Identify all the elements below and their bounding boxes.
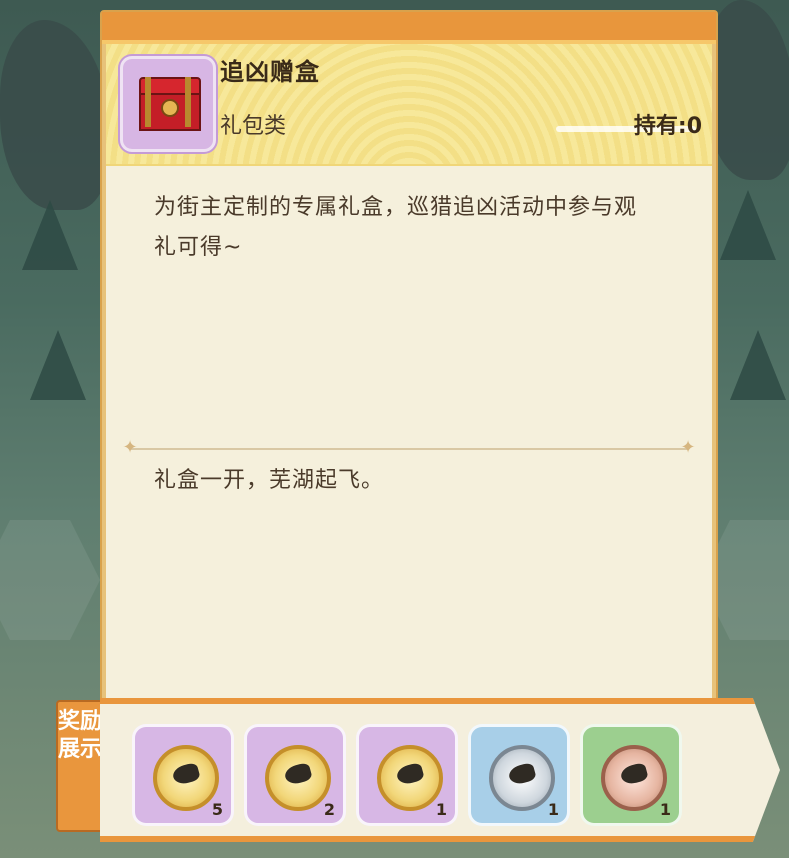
item-flavor-text: 礼盒一开，芜湖起飞。 [154, 468, 385, 493]
reward-item[interactable]: 5 [132, 724, 234, 826]
divider-ornament-right: ✦ [680, 437, 696, 458]
tree-left-1 [22, 200, 78, 270]
reward-item[interactable]: 1 [468, 724, 570, 826]
gold-coin-icon [153, 745, 219, 811]
hold-count: 0 [686, 114, 702, 139]
reward-strip: 5 2 1 1 1 ❯ [100, 698, 780, 842]
divider-ornament-left: ✦ [122, 437, 138, 458]
silver-coin-icon [489, 745, 555, 811]
reward-item[interactable]: 2 [244, 724, 346, 826]
mountain-left [0, 20, 110, 210]
gold-coin-icon [377, 745, 443, 811]
hold-label: 持有: [633, 114, 687, 139]
item-category: 礼包类 [220, 114, 287, 139]
reward-quantity: 1 [435, 800, 447, 819]
bird-icon [619, 761, 649, 787]
reward-quantity: 1 [547, 800, 559, 819]
reward-quantity: 5 [211, 800, 223, 819]
hex-tile [0, 520, 100, 640]
tree-left-2 [30, 330, 86, 400]
item-name: 追凶赠盒 [220, 58, 320, 86]
reward-quantity: 2 [323, 800, 335, 819]
bird-icon [171, 761, 201, 787]
reward-quantity: 1 [659, 800, 671, 819]
hold-count-display: 持有:0 [634, 108, 702, 140]
reward-tab-label: 奖励展示 [58, 709, 103, 762]
section-divider [130, 448, 688, 450]
tree-right-2 [730, 330, 786, 400]
bird-icon [507, 761, 537, 787]
item-description: 为街主定制的专属礼盒，巡猎追凶活动中参与观礼可得~ [154, 195, 638, 260]
tree-right-1 [720, 190, 776, 260]
reward-tab: 奖励展示 [56, 700, 104, 832]
red-chest-icon [139, 77, 201, 131]
bird-icon [395, 761, 425, 787]
bronze-coin-icon [601, 745, 667, 811]
reward-item[interactable]: 1 [580, 724, 682, 826]
item-icon-frame [120, 56, 216, 152]
bird-icon [283, 761, 313, 787]
item-detail-panel: 追凶赠盒 礼包类 持有:0 为街主定制的专属礼盒，巡猎追凶活动中参与观礼可得~ … [100, 10, 718, 722]
gold-coin-icon [265, 745, 331, 811]
reward-item[interactable]: 1 [356, 724, 458, 826]
panel-top-bar [102, 12, 716, 44]
